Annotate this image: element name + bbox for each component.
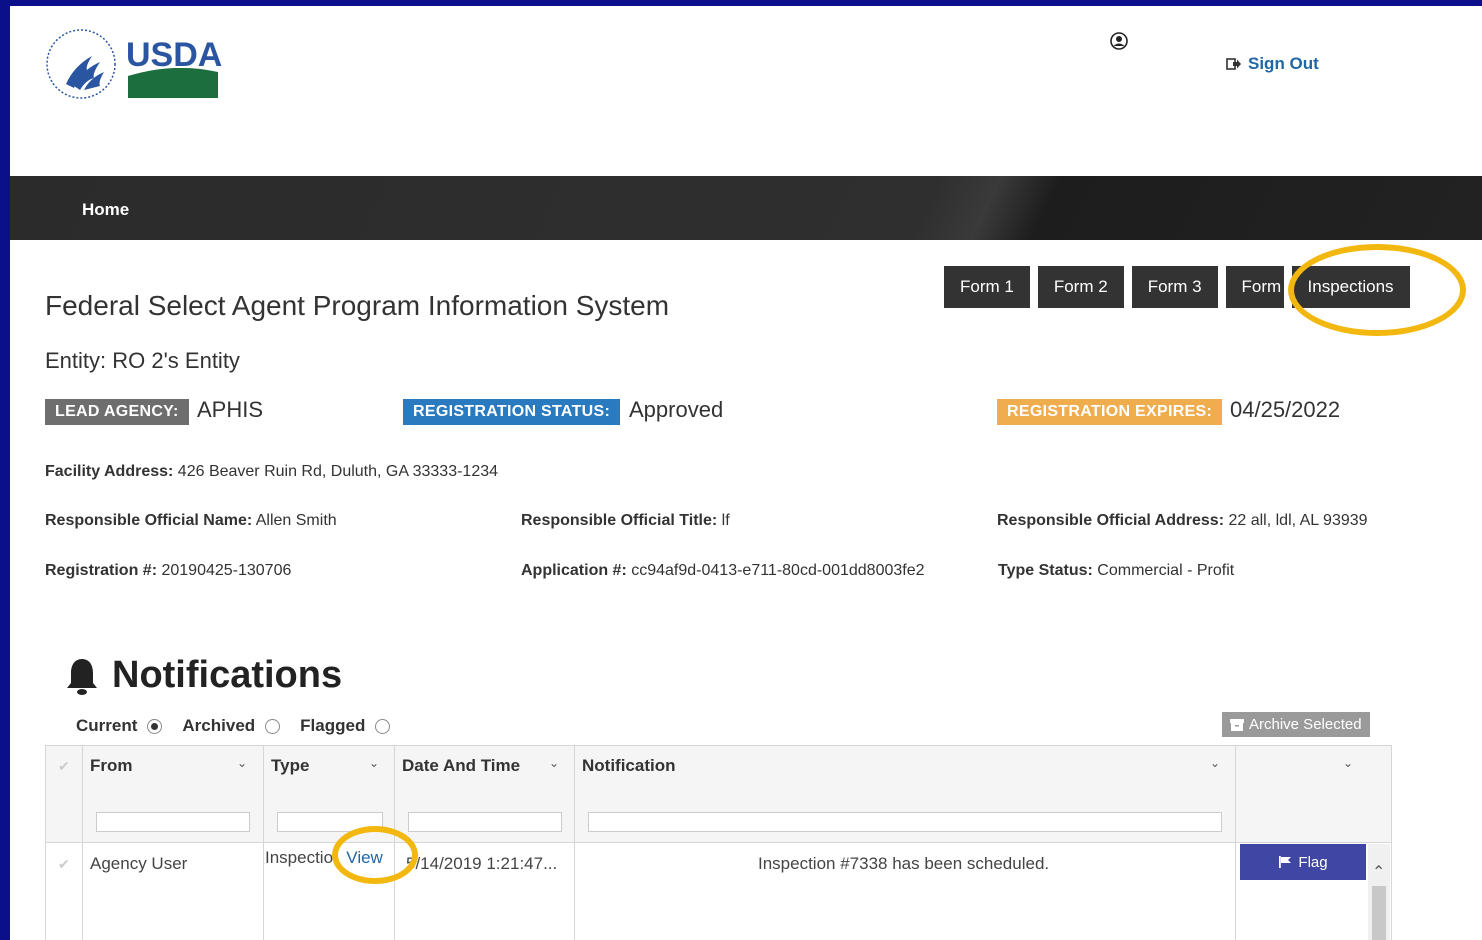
column-header-type[interactable]: Type	[271, 756, 309, 776]
nav-home-link[interactable]: Home	[82, 200, 129, 220]
select-all-checkbox[interactable]: ✔	[58, 758, 70, 775]
ro-name: Responsible Official Name: Allen Smith	[45, 512, 337, 530]
type-status-label: Type Status:	[998, 562, 1093, 579]
usda-logo: USDA	[44, 26, 224, 106]
notification-filter-group: Current Archived Flagged	[76, 716, 400, 736]
notifications-title: Notifications	[112, 654, 343, 696]
registration-number-value: 20190425-130706	[161, 562, 292, 579]
datetime-filter-input[interactable]	[408, 812, 562, 832]
notification-filter-input[interactable]	[588, 812, 1222, 832]
ro-title-label: Responsible Official Title:	[521, 512, 718, 529]
cell-notification: Inspection #7338 has been scheduled.	[758, 854, 1050, 873]
application-number: Application #: cc94af9d-0413-e711-80cd-0…	[521, 562, 925, 580]
ro-address: Responsible Official Address: 22 all, ld…	[997, 512, 1368, 530]
registration-status-value: Approved	[629, 397, 724, 422]
action-column: ⌄	[1235, 746, 1367, 940]
chevron-down-icon[interactable]: ⌄	[1210, 756, 1220, 770]
from-filter-input[interactable]	[96, 812, 250, 832]
scroll-up-icon[interactable]: ⌃	[1372, 862, 1385, 882]
entity-name: Entity: RO 2's Entity	[45, 348, 240, 373]
registration-expires-badge: REGISTRATION EXPIRES:	[997, 399, 1223, 425]
form-1-button[interactable]: Form 1	[944, 266, 1030, 308]
archive-selected-button[interactable]: Archive Selected	[1222, 712, 1370, 737]
flag-button[interactable]: Flag	[1240, 844, 1366, 880]
filter-archived-radio[interactable]	[265, 718, 281, 734]
lead-agency-value: APHIS	[197, 397, 264, 422]
ro-title-value: lf	[721, 512, 730, 529]
type-filter-input[interactable]	[277, 812, 383, 832]
form-3-button[interactable]: Form 3	[1131, 266, 1218, 308]
filter-flagged-radio[interactable]	[375, 718, 391, 734]
flag-icon	[1279, 856, 1292, 868]
app-window: USDA Sign Out Home Federal Select Agent …	[10, 6, 1482, 940]
notifications-grid: ✔ ✔ From ⌄ Agency User Type ⌄ Inspectios…	[45, 745, 1392, 940]
notifications-header: Notifications	[64, 654, 342, 697]
filter-archived-label: Archived	[182, 716, 256, 735]
notification-column: Notification ⌄ Inspection #7338 has been…	[574, 746, 1236, 940]
bell-icon	[67, 658, 97, 695]
cell-from: Agency User	[90, 854, 188, 873]
registration-number-label: Registration #:	[45, 562, 158, 579]
ro-name-label: Responsible Official Name:	[45, 512, 253, 529]
archive-icon	[1230, 718, 1244, 731]
archive-selected-label: Archive Selected	[1249, 716, 1362, 733]
ro-title: Responsible Official Title: lf	[521, 512, 730, 530]
ro-name-value: Allen Smith	[255, 512, 337, 529]
sign-out-icon	[1226, 58, 1241, 70]
column-header-date-time[interactable]: Date And Time	[402, 756, 520, 776]
registration-expires-value: 04/25/2022	[1230, 397, 1341, 422]
page-title: Federal Select Agent Program Information…	[45, 290, 670, 321]
column-header-notification[interactable]: Notification	[582, 756, 676, 776]
cell-type-tail: s	[333, 848, 342, 867]
datetime-column: Date And Time ⌄ 5/14/2019 1:21:47...	[394, 746, 575, 940]
sign-out-label: Sign Out	[1248, 54, 1319, 73]
scrollbar-thumb[interactable]	[1372, 886, 1386, 940]
type-status-value: Commercial - Profit	[1097, 562, 1235, 579]
user-icon[interactable]	[1110, 32, 1128, 50]
type-column: Type ⌄ Inspectios View	[263, 746, 395, 940]
ro-address-label: Responsible Official Address:	[997, 512, 1225, 529]
ro-address-value: 22 all, ldl, AL 93939	[1228, 512, 1368, 529]
usda-wordmark: USDA	[126, 36, 222, 74]
cell-type-text: Inspectio	[265, 848, 334, 867]
filter-current-radio[interactable]	[147, 718, 163, 734]
flag-label: Flag	[1298, 853, 1328, 871]
application-number-label: Application #:	[521, 562, 627, 579]
type-status: Type Status: Commercial - Profit	[998, 562, 1234, 580]
chevron-down-icon[interactable]: ⌄	[237, 756, 247, 770]
form-2-button[interactable]: Form 2	[1037, 266, 1124, 308]
lead-agency-badge: LEAD AGENCY:	[45, 399, 189, 425]
filter-current-label: Current	[76, 716, 138, 735]
cell-datetime: 5/14/2019 1:21:47...	[406, 854, 558, 873]
cell-type: Inspectios View	[265, 848, 383, 868]
row-select-checkbox[interactable]: ✔	[58, 856, 70, 873]
form-4-button[interactable]: Form 4	[1225, 266, 1284, 308]
chevron-down-icon[interactable]: ⌄	[1343, 756, 1353, 770]
select-column: ✔ ✔	[46, 746, 83, 940]
facility-address-label: Facility Address:	[45, 463, 174, 480]
sign-out-link[interactable]: Sign Out	[1226, 54, 1319, 74]
main-nav-bar: Home	[10, 176, 1482, 240]
filter-flagged-label: Flagged	[300, 716, 366, 735]
chevron-down-icon[interactable]: ⌄	[369, 756, 379, 770]
column-header-from[interactable]: From	[90, 756, 133, 776]
view-link[interactable]: View	[346, 848, 383, 867]
form-button-group: Form 1 Form 2 Form 3 Form 4 Inspections	[944, 266, 1410, 308]
from-column: From ⌄ Agency User	[82, 746, 264, 940]
application-number-value: cc94af9d-0413-e711-80cd-001dd8003fe2	[631, 562, 925, 579]
chevron-down-icon[interactable]: ⌄	[549, 756, 559, 770]
registration-status-badge: REGISTRATION STATUS:	[403, 399, 621, 425]
facility-address-value: 426 Beaver Ruin Rd, Duluth, GA 33333-123…	[177, 463, 499, 480]
registration-number: Registration #: 20190425-130706	[45, 562, 291, 580]
inspections-button[interactable]: Inspections	[1291, 266, 1410, 308]
facility-address: Facility Address: 426 Beaver Ruin Rd, Du…	[45, 463, 498, 481]
